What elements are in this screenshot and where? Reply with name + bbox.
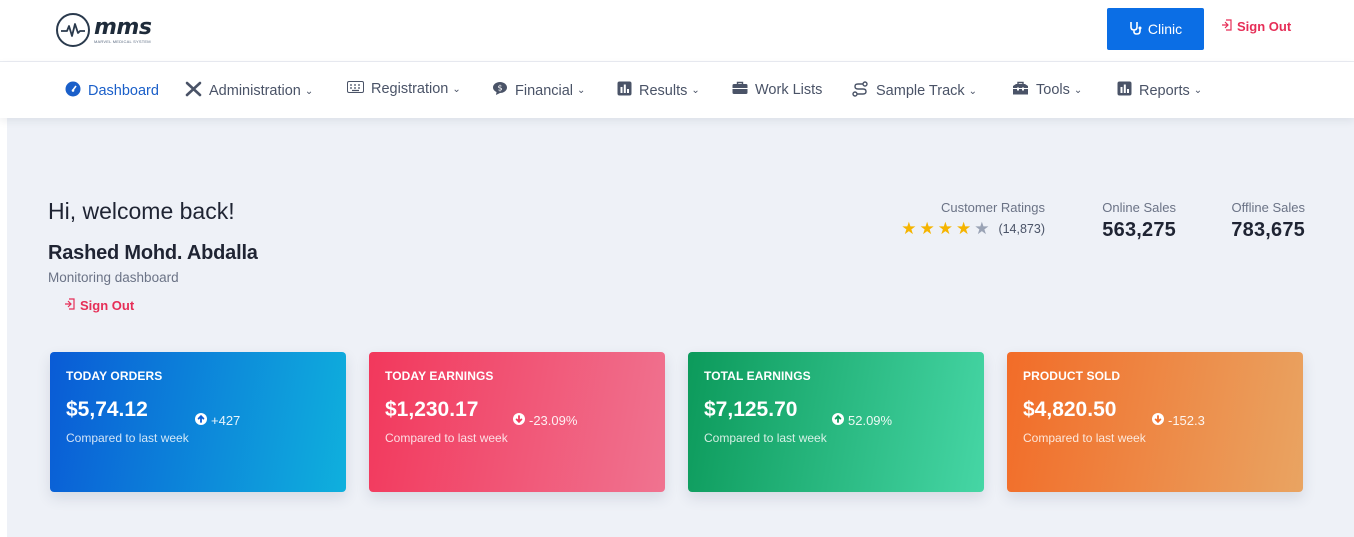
dashboard-content: Hi, welcome back! Rashed Mohd. Abdalla M…: [7, 118, 1354, 537]
nav-results[interactable]: Results ⌄: [617, 81, 700, 100]
nav-label: Dashboard: [88, 83, 159, 99]
offline-sales-value: 783,675: [1231, 219, 1305, 241]
card-delta-value: +427: [211, 413, 241, 428]
card-value: $5,74.12: [66, 398, 148, 421]
top-header: mms MARVEL MEDICAL SYSTEM Clinic Sign Ou…: [0, 0, 1354, 62]
rating-stars: ★ ★ ★ ★ ★ (14,873): [885, 220, 1045, 237]
nav-label: Administration: [209, 83, 301, 99]
card-delta-value: -23.09%: [529, 413, 578, 428]
ratings-count: (14,873): [998, 221, 1045, 236]
nav-administration[interactable]: Administration ⌄: [185, 81, 313, 101]
brand-logo[interactable]: mms MARVEL MEDICAL SYSTEM: [56, 8, 168, 52]
nav-label: Work Lists: [755, 82, 823, 98]
ratings-label: Customer Ratings: [940, 200, 1045, 215]
card-note: Compared to last week: [704, 431, 827, 445]
arrow-circle-down-icon: [1152, 413, 1164, 428]
star-icon: ★: [937, 219, 953, 238]
card-title: TODAY ORDERS: [66, 369, 163, 383]
nav-work-lists[interactable]: Work Lists: [732, 81, 822, 99]
customer-ratings: Customer Ratings ★ ★ ★ ★ ★ (14,873): [885, 200, 1045, 237]
card-title: TOTAL EARNINGS: [704, 369, 811, 383]
nav-label: Results: [639, 82, 688, 99]
online-sales-stat: Online Sales 563,275: [1096, 200, 1176, 242]
chart-bar-icon: [1117, 81, 1132, 100]
card-note: Compared to last week: [385, 431, 508, 445]
card-delta: -23.09%: [513, 413, 577, 428]
nav-label: Financial: [515, 82, 574, 99]
sign-out-icon: [64, 298, 76, 313]
logo-wordmark: mms: [94, 14, 152, 40]
nav-label: Tools: [1036, 82, 1070, 98]
chart-bar-icon: [617, 81, 632, 100]
online-sales-value: 563,275: [1102, 219, 1176, 241]
chevron-down-icon: ⌄: [1073, 84, 1083, 96]
sign-out-icon: [1221, 19, 1233, 34]
offline-sales-stat: Offline Sales 783,675: [1217, 200, 1305, 242]
online-sales-label: Online Sales: [1102, 200, 1176, 215]
briefcase-icon: [732, 81, 748, 99]
chevron-down-icon: ⌄: [304, 85, 314, 97]
star-icon: ★: [919, 219, 935, 238]
card-note: Compared to last week: [1023, 431, 1146, 445]
chevron-down-icon: ⌄: [577, 85, 586, 96]
sign-out-label: Sign Out: [80, 298, 135, 313]
card-delta: 52.09%: [832, 413, 892, 428]
chevron-down-icon: ⌄: [691, 85, 700, 96]
total-earnings-card: TOTAL EARNINGS $7,125.70 Compared to las…: [688, 352, 984, 492]
nav-label: Sample Track: [876, 83, 965, 99]
card-value: $1,230.17: [385, 398, 479, 421]
arrow-circle-up-icon: [832, 413, 844, 428]
user-name: Rashed Mohd. Abdalla: [48, 242, 258, 264]
card-note: Compared to last week: [66, 431, 189, 445]
stethoscope-icon: [1129, 21, 1143, 38]
main-navigation: Dashboard Administration ⌄ Registration …: [0, 62, 1354, 118]
toolbox-icon: [1012, 81, 1029, 99]
keyboard-icon: [347, 81, 364, 97]
nav-label: Reports: [1139, 82, 1190, 99]
arrow-circle-up-icon: [195, 413, 207, 428]
header-sign-out-label: Sign Out: [1237, 19, 1292, 34]
welcome-greeting: Hi, welcome back!: [48, 198, 235, 224]
star-icon: ★: [974, 219, 990, 238]
clinic-button-label: Clinic: [1147, 21, 1183, 37]
today-orders-card: TODAY ORDERS $5,74.12 Compared to last w…: [50, 352, 346, 492]
card-delta: +427: [195, 413, 240, 428]
page-subtitle: Monitoring dashboard: [48, 270, 179, 285]
today-earnings-card: TODAY EARNINGS $1,230.17 Compared to las…: [369, 352, 665, 492]
header-sign-out-link[interactable]: Sign Out: [1221, 19, 1291, 34]
comment-dollar-icon: $: [492, 81, 508, 100]
card-title: TODAY EARNINGS: [385, 369, 494, 383]
nav-registration[interactable]: Registration ⌄: [347, 81, 461, 97]
product-sold-card: PRODUCT SOLD $4,820.50 Compared to last …: [1007, 352, 1303, 492]
sign-out-link[interactable]: Sign Out: [64, 298, 134, 313]
nav-tools[interactable]: Tools ⌄: [1012, 81, 1082, 99]
card-delta-value: -152.3: [1168, 413, 1205, 428]
arrow-circle-down-icon: [513, 413, 525, 428]
chevron-down-icon: ⌄: [452, 83, 461, 95]
nav-sample-track[interactable]: Sample Track ⌄: [852, 81, 977, 101]
tools-cross-icon: [185, 81, 202, 101]
chevron-down-icon: ⌄: [968, 85, 978, 97]
nav-reports[interactable]: Reports ⌄: [1117, 81, 1202, 100]
chevron-down-icon: ⌄: [1193, 85, 1203, 96]
logo-subtitle: MARVEL MEDICAL SYSTEM: [94, 38, 151, 44]
nav-dashboard[interactable]: Dashboard: [65, 81, 159, 101]
dashboard-gauge-icon: [65, 81, 81, 101]
nav-label: Registration: [371, 81, 449, 97]
route-icon: [852, 81, 869, 101]
card-delta: -152.3: [1152, 413, 1205, 428]
card-delta-value: 52.09%: [848, 413, 893, 428]
svg-text:$: $: [497, 84, 502, 93]
card-value: $7,125.70: [704, 398, 798, 421]
card-value: $4,820.50: [1023, 398, 1117, 421]
heartbeat-logo-icon: [56, 13, 90, 47]
clinic-button[interactable]: Clinic: [1107, 8, 1204, 50]
offline-sales-label: Offline Sales: [1231, 200, 1305, 215]
nav-financial[interactable]: $ Financial ⌄: [492, 81, 585, 100]
card-title: PRODUCT SOLD: [1023, 369, 1121, 383]
star-icon: ★: [901, 219, 917, 238]
star-icon: ★: [955, 219, 972, 238]
